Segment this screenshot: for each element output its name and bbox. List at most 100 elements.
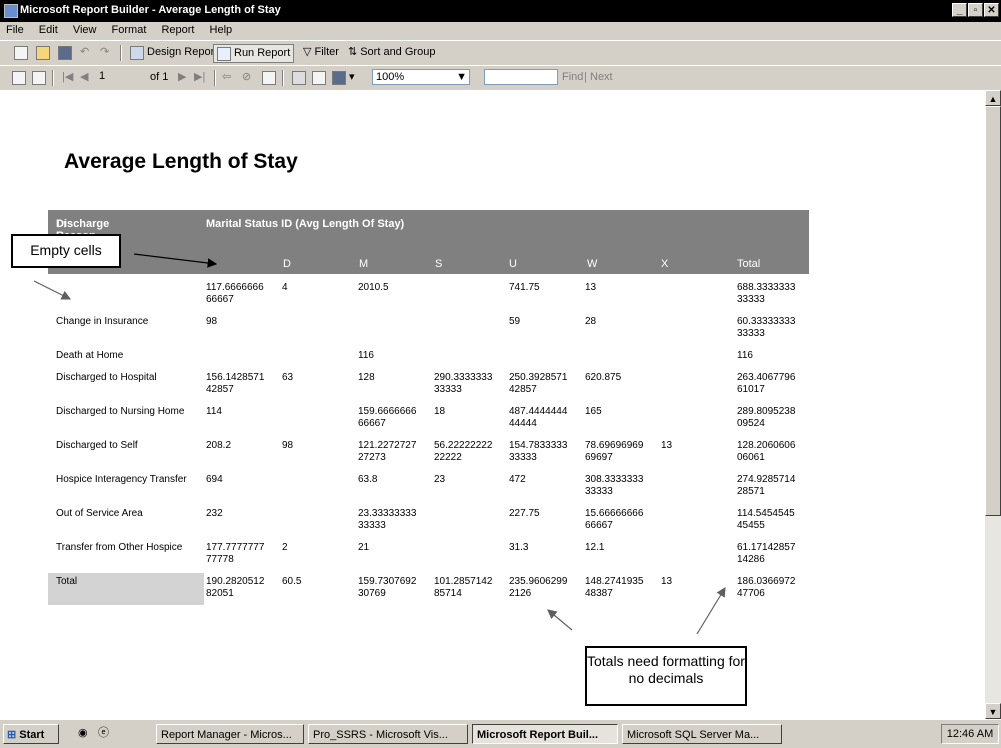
standard-toolbar: ↶ ↷ Design Report Run Report ▽ Filter ⇅ … <box>0 40 1001 65</box>
redo-icon[interactable]: ↷ <box>100 44 109 61</box>
table-cell: 2010.5 <box>358 282 389 293</box>
menu-edit[interactable]: Edit <box>33 22 64 38</box>
toolbar-separator <box>52 70 54 86</box>
export-icon[interactable]: ▾ <box>332 69 355 86</box>
table-cell: 63 <box>282 372 294 383</box>
window-controls: _ ▫ ✕ <box>952 3 999 17</box>
stop-icon[interactable]: ⊘ <box>242 69 251 86</box>
table-cell: 186.0366972 47706 <box>737 576 796 599</box>
sort-group-icon: ⇅ <box>348 46 358 58</box>
page-number-input[interactable]: 1 <box>96 69 148 85</box>
task-report-manager[interactable]: Report Manager - Micros... <box>156 724 304 744</box>
parameters-icon[interactable] <box>32 69 46 86</box>
document-map-icon[interactable] <box>12 69 26 86</box>
print-layout-icon[interactable] <box>312 69 326 86</box>
maximize-button[interactable]: ▫ <box>968 3 983 17</box>
menu-format[interactable]: Format <box>106 22 153 38</box>
table-cell: 21 <box>358 542 370 553</box>
table-cell: 487.4444444 44444 <box>509 406 568 429</box>
design-report-label: Design Report <box>147 46 218 58</box>
filter-button[interactable]: ▽ Filter <box>303 44 339 61</box>
table-cell: 694 <box>206 474 223 485</box>
quick-launch-icon[interactable]: ◉ <box>78 725 88 742</box>
table-cell: 116 <box>737 350 753 361</box>
report-viewer <box>0 90 985 719</box>
refresh-icon[interactable] <box>262 69 276 86</box>
windows-icon: ⊞ <box>7 729 17 741</box>
task-visual-studio[interactable]: Pro_SSRS - Microsoft Vis... <box>308 724 468 744</box>
table-cell: 59 <box>509 316 521 327</box>
table-cell: 208.2 <box>206 440 232 451</box>
sort-icon[interactable]: ↓↑ <box>56 218 67 230</box>
scroll-down-icon[interactable]: ▼ <box>985 703 1001 719</box>
find-input[interactable] <box>484 69 558 85</box>
window-title: Microsoft Report Builder - Average Lengt… <box>20 4 281 16</box>
sort-group-button[interactable]: ⇅ Sort and Group <box>348 44 435 61</box>
scroll-thumb[interactable] <box>985 106 1001 516</box>
find-button[interactable]: Find <box>562 69 583 86</box>
table-cell: 250.3928571 42857 <box>509 372 568 395</box>
menu-bar: File Edit View Format Report Help <box>0 22 1001 40</box>
table-cell: 116 <box>358 350 374 361</box>
table-cell: 472 <box>509 474 526 485</box>
save-icon[interactable] <box>58 44 72 61</box>
close-button[interactable]: ✕ <box>984 3 999 17</box>
table-cell: 78.69696969 69697 <box>585 440 644 463</box>
table-cell: 13 <box>661 576 673 587</box>
zoom-select[interactable]: 100% ▼ <box>372 69 470 85</box>
back-icon[interactable]: ⇦ <box>222 69 231 86</box>
new-icon[interactable] <box>14 44 28 61</box>
table-cell: 156.1428571 42857 <box>206 372 265 395</box>
table-cell: 741.75 <box>509 282 540 293</box>
task-label: Microsoft SQL Server Ma... <box>627 729 760 741</box>
last-page-icon[interactable]: ▶| <box>194 69 205 86</box>
previous-page-icon[interactable]: ◀ <box>80 69 88 86</box>
find-next-button[interactable]: Next <box>590 69 613 86</box>
task-report-builder[interactable]: Microsoft Report Buil... <box>472 724 618 744</box>
row-label: Out of Service Area <box>56 508 143 519</box>
open-icon[interactable] <box>36 44 50 61</box>
toolbar-separator <box>282 70 284 86</box>
run-report-button[interactable]: Run Report <box>213 44 295 63</box>
table-cell: 23.33333333 33333 <box>358 508 417 531</box>
menu-file[interactable]: File <box>0 22 30 38</box>
print-icon[interactable] <box>292 69 306 86</box>
scroll-up-icon[interactable]: ▲ <box>985 90 1001 106</box>
design-report-button[interactable]: Design Report <box>130 44 217 61</box>
table-cell: 61.17142857 14286 <box>737 542 796 565</box>
menu-view[interactable]: View <box>67 22 103 38</box>
first-page-icon[interactable]: |◀ <box>62 69 73 86</box>
table-cell: 63.8 <box>358 474 378 485</box>
table-cell: 308.3333333 33333 <box>585 474 644 497</box>
table-cell: 12.1 <box>585 542 605 553</box>
undo-icon[interactable]: ↶ <box>80 44 89 61</box>
taskbar: ⊞ Start ◉ ⓔ Report Manager - Micros... P… <box>0 719 1001 748</box>
sort-group-label: Sort and Group <box>360 46 436 58</box>
row-label: Discharged to Hospital <box>56 372 157 383</box>
ie-icon[interactable]: ⓔ <box>98 725 109 742</box>
minimize-button[interactable]: _ <box>952 3 967 17</box>
vertical-scrollbar[interactable]: ▲ ▼ <box>985 90 1001 719</box>
column-header: U <box>509 258 517 270</box>
find-separator: | <box>584 71 587 83</box>
table-cell: 620.875 <box>585 372 622 383</box>
table-cell: 148.2741935 48387 <box>585 576 644 599</box>
menu-report[interactable]: Report <box>155 22 200 38</box>
table-cell: 60.5 <box>282 576 302 587</box>
row-label: Change in Insurance <box>56 316 149 327</box>
row-label: Hospice Interagency Transfer <box>56 474 187 485</box>
task-sql-server[interactable]: Microsoft SQL Server Ma... <box>622 724 782 744</box>
preview-toolbar: |◀ ◀ 1 of 1 ▶ ▶| ⇦ ⊘ ▾ 100% ▼ Find | Nex… <box>0 65 1001 90</box>
table-cell: 28 <box>585 316 597 327</box>
row-label: Death at Home <box>56 350 124 361</box>
next-page-icon[interactable]: ▶ <box>178 69 186 86</box>
row-label: Discharged to Nursing Home <box>56 406 185 417</box>
filter-label: Filter <box>314 46 339 58</box>
marital-status-header: Marital Status ID (Avg Length Of Stay) <box>206 218 405 230</box>
table-cell: 56.22222222 22222 <box>434 440 493 463</box>
table-cell: 289.8095238 09524 <box>737 406 796 429</box>
start-button[interactable]: ⊞ Start <box>3 724 59 744</box>
menu-help[interactable]: Help <box>204 22 239 38</box>
report-builder-icon <box>4 4 18 18</box>
chevron-down-icon: ▼ <box>456 71 467 83</box>
